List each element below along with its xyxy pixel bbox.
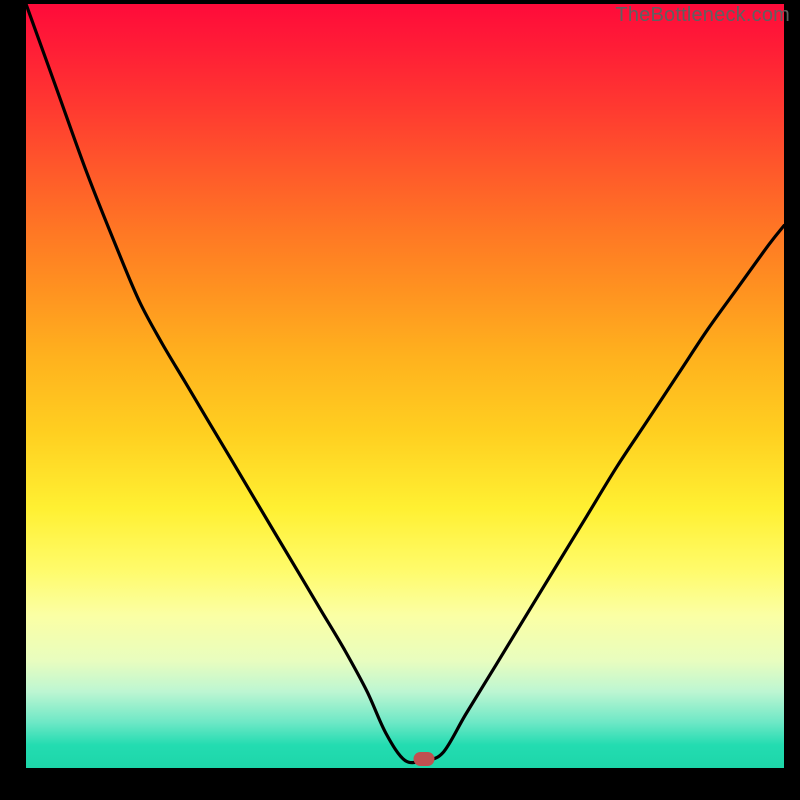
optimum-marker <box>413 752 434 766</box>
chart-frame: TheBottleneck.com <box>0 0 800 800</box>
bottleneck-curve <box>26 4 784 768</box>
watermark-text: TheBottleneck.com <box>615 4 790 27</box>
